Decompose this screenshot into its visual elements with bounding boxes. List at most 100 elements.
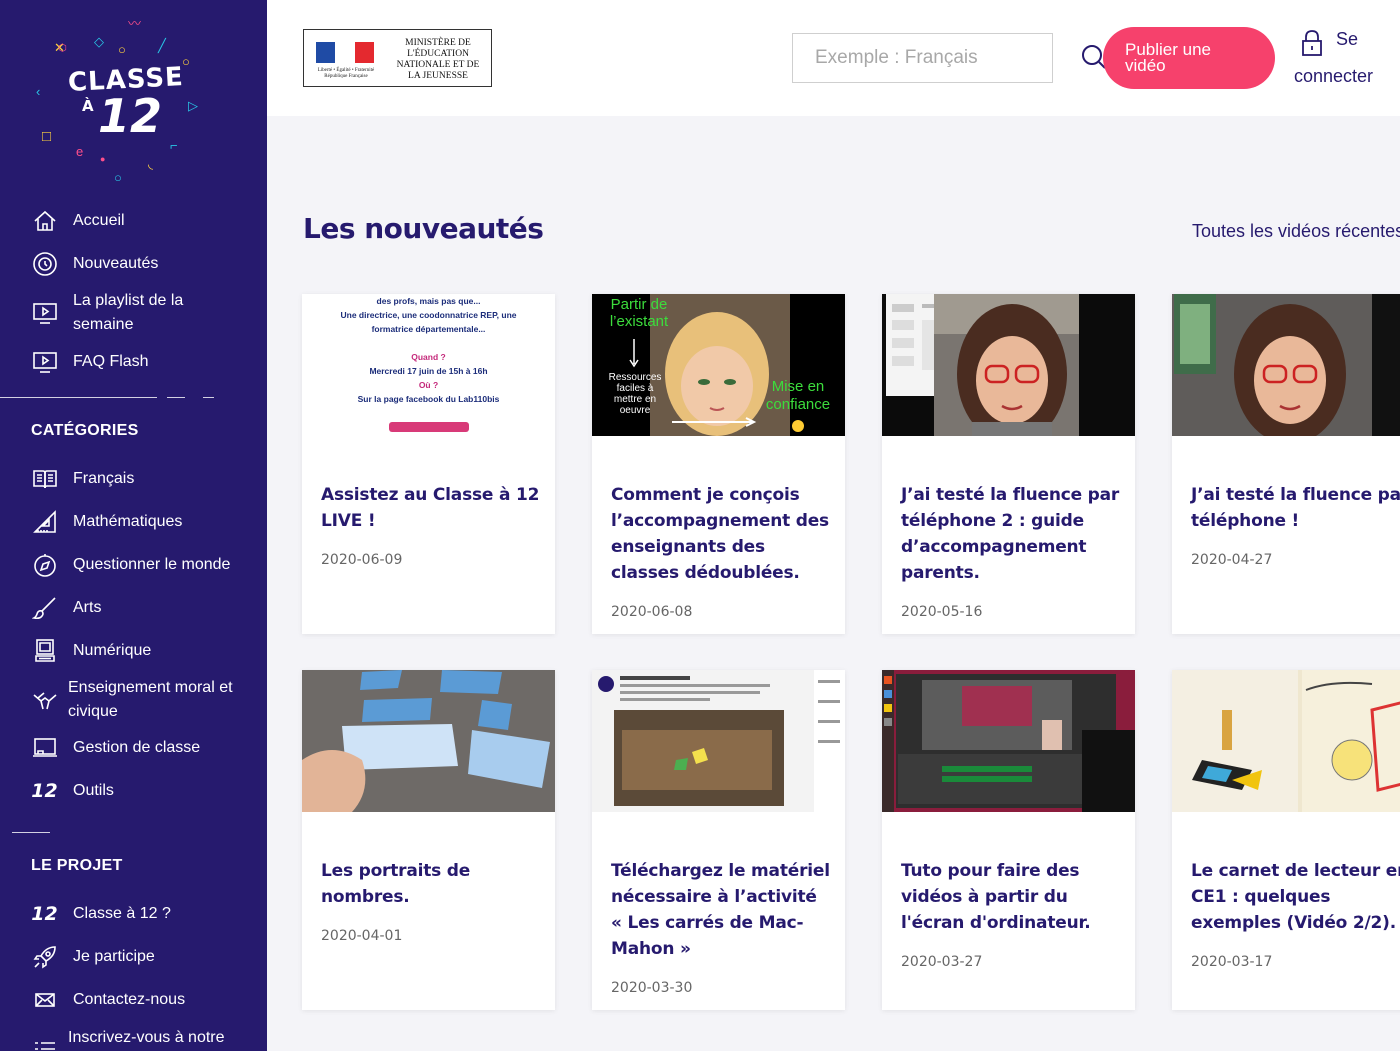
nav-item-faq-flash[interactable]: FAQ Flash bbox=[30, 350, 248, 374]
nav-item-arts[interactable]: Arts bbox=[30, 596, 248, 620]
thumb-text: Partir de l’existant bbox=[609, 296, 669, 330]
video-card[interactable]: Les portraits de nombres. 2020-04-01 bbox=[302, 670, 555, 1010]
thumb-text: Quand ? bbox=[411, 352, 446, 362]
thumb-button-shape bbox=[388, 422, 469, 432]
project-title: LE PROJET bbox=[31, 857, 123, 874]
board-icon bbox=[30, 736, 59, 760]
categories-title: CATÉGORIES bbox=[31, 422, 139, 439]
video-card[interactable]: J’ai testé la fluence par téléphone ! 20… bbox=[1172, 294, 1400, 634]
nav-item-playlist[interactable]: La playlist de la semaine bbox=[30, 289, 248, 337]
video-card[interactable]: des profs, mais pas que... Une directric… bbox=[302, 294, 555, 634]
marianne-flag-icon bbox=[316, 42, 374, 63]
video-title: Le carnet de lecteur en CE1 : quelques e… bbox=[1191, 861, 1400, 933]
video-date: 2020-03-17 bbox=[1191, 954, 1273, 970]
video-date: 2020-05-16 bbox=[901, 604, 983, 620]
nav-label: Français bbox=[73, 470, 135, 487]
publish-video-button[interactable]: Publier une vidéo bbox=[1103, 27, 1275, 89]
divider bbox=[0, 397, 157, 398]
logo-word-12: 12 bbox=[98, 89, 163, 143]
video-title: J’ai testé la fluence par téléphone ! bbox=[1191, 485, 1400, 531]
nav-label: Arts bbox=[73, 599, 102, 616]
search-input[interactable] bbox=[792, 33, 1053, 83]
video-date: 2020-03-30 bbox=[611, 980, 693, 996]
video-card[interactable]: Téléchargez le matériel nécessaire à l’a… bbox=[592, 670, 845, 1010]
thumb-text: formatrice départementale... bbox=[371, 324, 486, 334]
section-heading: Les nouveautés bbox=[303, 212, 544, 245]
nav-label: Gestion de classe bbox=[73, 739, 201, 756]
video-card[interactable]: Partir de l’existant Ressources faciles … bbox=[592, 294, 845, 634]
video-title: Assistez au Classe à 12 LIVE ! bbox=[321, 485, 540, 531]
list-icon bbox=[30, 1038, 59, 1051]
envelope-icon bbox=[30, 988, 59, 1012]
nav-label: Classe à 12 ? bbox=[73, 905, 171, 922]
computer-icon bbox=[30, 639, 59, 663]
nav-item-outils[interactable]: 12 Outils bbox=[30, 779, 248, 803]
classe-a-12-logo[interactable]: 〰 ✕ ⬡ ◇ ○ ╱ ○ ‹ ▷ □ e ◟ ⌐ ○ ● CLASSE À 1… bbox=[30, 15, 210, 190]
nav-item-nouveautes[interactable]: Nouveautés bbox=[30, 252, 248, 276]
nav-item-contactez-nous[interactable]: Contactez-nous bbox=[30, 988, 248, 1012]
nav-label: Enseignement moral et civique bbox=[68, 679, 233, 720]
nav-label: FAQ Flash bbox=[73, 353, 149, 370]
nav-label: La playlist de la semaine bbox=[73, 292, 184, 333]
video-card[interactable]: Le carnet de lecteur en CE1 : quelques e… bbox=[1172, 670, 1400, 1010]
book-icon bbox=[30, 467, 59, 491]
home-icon bbox=[30, 209, 59, 233]
video-screen-icon bbox=[30, 301, 59, 325]
nav-item-gestion-de-classe[interactable]: Gestion de classe bbox=[30, 736, 248, 760]
video-thumbnail bbox=[882, 294, 1135, 436]
nav-item-numerique[interactable]: Numérique bbox=[30, 639, 248, 663]
divider bbox=[203, 397, 214, 398]
ministry-name: Ministère de l'Éducation nationale et de… bbox=[396, 38, 480, 81]
video-title: Tuto pour faire des vidéos à partir du l… bbox=[901, 861, 1091, 933]
flag-caption: Liberté • Égalité • Fraternité Républiqu… bbox=[317, 68, 375, 79]
thumb-text: Ressources faciles à mettre en oeuvre bbox=[608, 372, 662, 416]
video-card[interactable]: Tuto pour faire des vidéos à partir du l… bbox=[882, 670, 1135, 1010]
hands-icon bbox=[30, 688, 59, 712]
thumb-text: Mise en confiance bbox=[765, 378, 831, 413]
login-label-line2: connecter bbox=[1294, 66, 1374, 86]
nav-item-accueil[interactable]: Accueil bbox=[30, 209, 248, 233]
login-label-line1: Se bbox=[1336, 29, 1359, 49]
thumb-text: des profs, mais pas que... bbox=[376, 296, 481, 306]
nav-label: Je participe bbox=[73, 948, 155, 965]
twelve-icon: 12 bbox=[31, 780, 58, 802]
nav-item-classe-a-12[interactable]: 12 Classe à 12 ? bbox=[30, 902, 248, 926]
video-date: 2020-04-27 bbox=[1191, 552, 1273, 568]
video-date: 2020-03-27 bbox=[901, 954, 983, 970]
ministry-logo[interactable]: Liberté • Égalité • Fraternité Républiqu… bbox=[303, 29, 492, 87]
nav-label: Outils bbox=[73, 782, 114, 799]
nav-item-francais[interactable]: Français bbox=[30, 467, 248, 491]
nav-item-mathematiques[interactable]: Mathématiques bbox=[30, 510, 248, 534]
video-title: Téléchargez le matériel nécessaire à l’a… bbox=[611, 861, 830, 959]
nav-label: Questionner le monde bbox=[73, 556, 231, 573]
login-button[interactable]: Se connecter bbox=[1293, 26, 1400, 96]
divider bbox=[12, 832, 50, 833]
logo-word-a: À bbox=[82, 97, 94, 115]
nav-label: Mathématiques bbox=[73, 513, 183, 530]
nav-item-enseignement-moral[interactable]: Enseignement moral et civique bbox=[30, 676, 243, 724]
video-thumbnail: Partir de l’existant Ressources faciles … bbox=[592, 294, 845, 436]
sidebar: 〰 ✕ ⬡ ◇ ○ ╱ ○ ‹ ▷ □ e ◟ ⌐ ○ ● CLASSE À 1… bbox=[0, 0, 267, 1051]
video-title: J’ai testé la fluence par téléphone 2 : … bbox=[901, 485, 1120, 583]
all-recent-videos-link[interactable]: Toutes les vidéos récentes bbox=[1192, 221, 1400, 242]
video-screen-icon bbox=[30, 350, 59, 374]
nav-item-je-participe[interactable]: Je participe bbox=[30, 945, 248, 969]
brush-icon bbox=[30, 596, 59, 620]
video-card[interactable]: J’ai testé la fluence par téléphone 2 : … bbox=[882, 294, 1135, 634]
video-thumbnail bbox=[1172, 670, 1400, 812]
thumb-text: Une directrice, une coodonnatrice REP, u… bbox=[340, 310, 517, 320]
nav-label: Inscrivez-vous à notre bbox=[68, 1029, 225, 1046]
nav-item-inscrivez-vous[interactable]: Inscrivez-vous à notre bbox=[30, 1026, 243, 1051]
thumb-text: Mercredi 17 juin de 15h à 16h bbox=[369, 366, 488, 376]
compass-icon bbox=[30, 553, 59, 577]
video-date: 2020-06-08 bbox=[611, 604, 693, 620]
thumb-text: Sur la page facebook du Lab110bis bbox=[357, 394, 500, 404]
twelve-icon: 12 bbox=[31, 903, 58, 925]
nav-item-questionner-le-monde[interactable]: Questionner le monde bbox=[30, 553, 248, 577]
badge-icon bbox=[30, 252, 59, 276]
video-title: Comment je conçois l’accompagnement des … bbox=[611, 485, 829, 583]
divider bbox=[167, 397, 185, 398]
nav-label: Numérique bbox=[73, 642, 152, 659]
video-date: 2020-04-01 bbox=[321, 928, 403, 944]
video-thumbnail bbox=[1172, 294, 1400, 436]
